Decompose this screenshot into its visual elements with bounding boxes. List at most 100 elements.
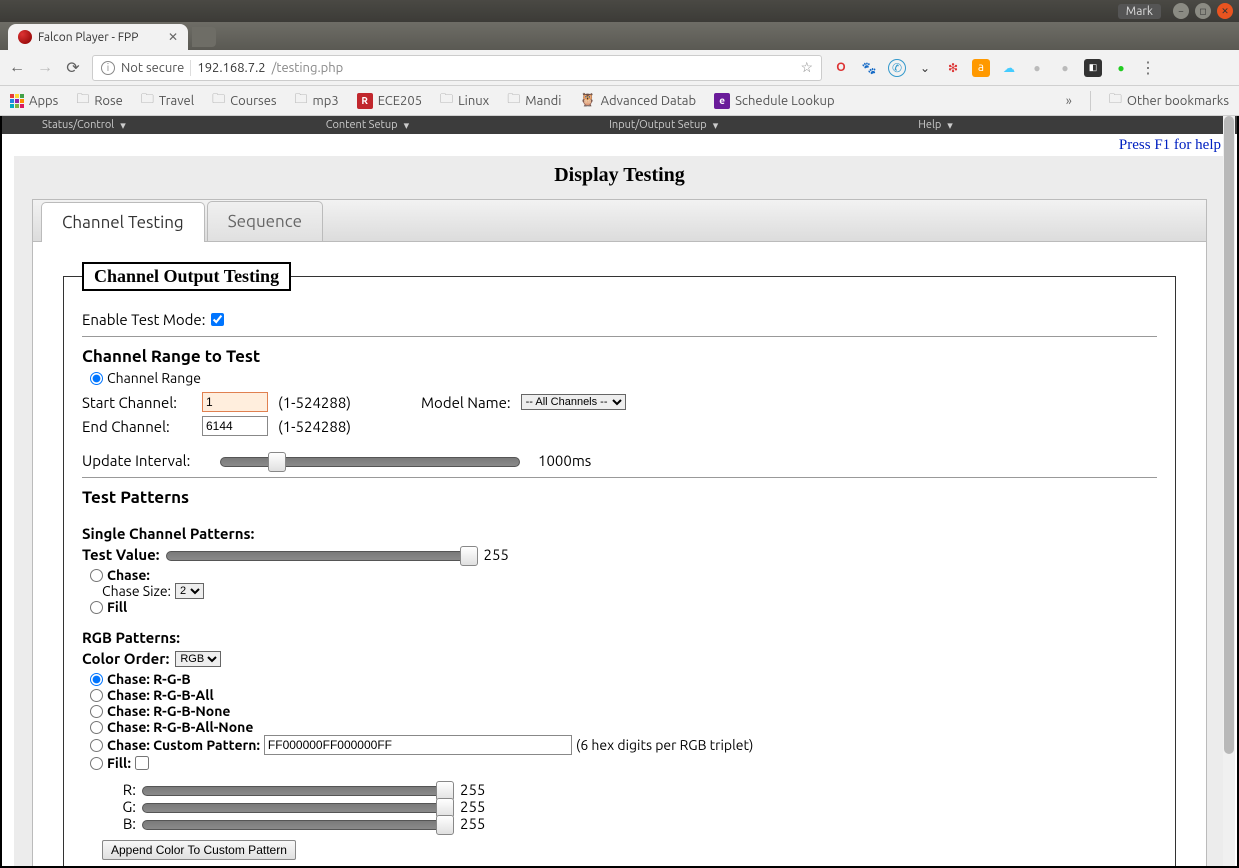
- custom-pattern-input[interactable]: [264, 735, 572, 755]
- bookmark-mp3[interactable]: 🗀mp3: [295, 90, 339, 112]
- end-channel-input[interactable]: [202, 416, 268, 436]
- nav-help[interactable]: Help ▾: [918, 119, 953, 132]
- chase-rgb-none-row: Chase: R-G-B-None: [90, 703, 1157, 719]
- test-value-slider[interactable]: [166, 548, 478, 562]
- update-interval-slider[interactable]: [220, 454, 520, 468]
- panel-legend: Channel Output Testing: [82, 262, 291, 291]
- bookmark-star-icon[interactable]: ☆: [800, 59, 813, 76]
- separator: [190, 60, 191, 76]
- model-name-select[interactable]: -- All Channels --: [521, 394, 626, 410]
- start-channel-row: Start Channel: (1-524288) Model Name: --…: [82, 392, 1157, 412]
- window-close-button[interactable]: ✕: [1217, 3, 1233, 19]
- chase-rgb-all-none-radio[interactable]: [90, 721, 103, 734]
- bookmark-linux[interactable]: 🗀Linux: [440, 90, 489, 112]
- window-minimize-button[interactable]: –: [1173, 3, 1189, 19]
- b-label: B:: [116, 815, 136, 832]
- g-label: G:: [116, 798, 136, 815]
- custom-pattern-hint: (6 hex digits per RGB triplet): [576, 737, 753, 753]
- start-channel-input[interactable]: [202, 392, 268, 412]
- page-title: Display Testing: [14, 156, 1225, 199]
- chase-custom-label: Chase: Custom Pattern:: [107, 737, 260, 753]
- tab-sequence[interactable]: Sequence: [207, 201, 323, 241]
- chase-rgb-label: Chase: R-G-B: [107, 671, 191, 687]
- info-icon[interactable]: i: [101, 61, 115, 75]
- enable-test-checkbox[interactable]: [211, 313, 224, 326]
- vertical-scrollbar[interactable]: [1223, 116, 1235, 866]
- b-value: 255: [460, 815, 485, 832]
- ext-icon-4[interactable]: ⌄: [916, 59, 934, 77]
- nav-content[interactable]: Content Setup ▾: [326, 119, 409, 132]
- ext-icon-10[interactable]: ◧: [1084, 59, 1102, 77]
- r-slider[interactable]: [142, 783, 454, 797]
- ext-icon-8[interactable]: ●: [1028, 59, 1046, 77]
- chase-rgb-radio[interactable]: [90, 673, 103, 686]
- bookmark-sched[interactable]: eSchedule Lookup: [714, 93, 834, 109]
- bookmark-travel[interactable]: 🗀Travel: [141, 90, 194, 112]
- append-color-button[interactable]: Append Color To Custom Pattern: [102, 840, 296, 860]
- start-channel-hint: (1-524288): [278, 394, 351, 411]
- bookmark-advdb[interactable]: 🦉Advanced Datab: [579, 93, 696, 108]
- address-bar[interactable]: i Not secure 192.168.7.2/testing.php ☆: [92, 55, 822, 81]
- window-maximize-button[interactable]: ◻: [1195, 3, 1211, 19]
- back-button[interactable]: ←: [8, 59, 26, 77]
- ext-icon-11[interactable]: ●: [1112, 59, 1130, 77]
- chase-size-select[interactable]: 2: [175, 583, 204, 599]
- chase-custom-radio[interactable]: [90, 739, 103, 752]
- chase-rgb-none-radio[interactable]: [90, 705, 103, 718]
- rgb-patterns-heading: RGB Patterns:: [82, 629, 1157, 646]
- b-slider[interactable]: [142, 817, 454, 831]
- apps-bookmark[interactable]: Apps: [10, 94, 58, 108]
- channel-range-heading: Channel Range to Test: [82, 347, 1157, 366]
- nav-io[interactable]: Input/Output Setup ▾: [609, 119, 718, 132]
- chase-rgb-all-none-row: Chase: R-G-B-All-None: [90, 719, 1157, 735]
- tab-close-icon[interactable]: ✕: [168, 30, 178, 44]
- ext-icon-5[interactable]: ❇: [944, 59, 962, 77]
- ext-icon-1[interactable]: O: [832, 59, 850, 77]
- g-slider[interactable]: [142, 800, 454, 814]
- chrome-menu-icon[interactable]: ⋮: [1140, 58, 1156, 77]
- chase-label: Chase:: [107, 567, 150, 583]
- ext-icon-6[interactable]: a: [972, 59, 990, 77]
- bookmark-mandi[interactable]: 🗀Mandi: [507, 90, 561, 112]
- forward-button[interactable]: →: [36, 59, 54, 77]
- help-link[interactable]: Press F1 for help: [1119, 137, 1221, 153]
- folder-icon: 🗀: [141, 90, 154, 112]
- color-order-row: Color Order: RGB: [82, 650, 1157, 667]
- fill-radio[interactable]: [90, 601, 103, 614]
- update-interval-value: 1000ms: [538, 452, 591, 469]
- enable-test-label: Enable Test Mode:: [82, 311, 205, 328]
- new-tab-button[interactable]: [192, 27, 216, 47]
- bookmark-rose[interactable]: 🗀Rose: [76, 90, 123, 112]
- fill-label: Fill: [107, 599, 127, 615]
- tab-channel-testing[interactable]: Channel Testing: [41, 202, 205, 242]
- page-viewport: Status/Control ▾ Content Setup ▾ Input/O…: [0, 116, 1239, 868]
- user-badge: Mark: [1118, 4, 1161, 19]
- end-channel-label: End Channel:: [82, 418, 192, 435]
- reload-button[interactable]: ⟳: [64, 59, 82, 77]
- chase-radio[interactable]: [90, 569, 103, 582]
- rgb-fill-radio[interactable]: [90, 757, 103, 770]
- color-order-select[interactable]: RGB: [175, 651, 221, 667]
- ext-icon-9[interactable]: ●: [1056, 59, 1074, 77]
- bookmark-courses[interactable]: 🗀Courses: [212, 90, 276, 112]
- page-scroll[interactable]: Status/Control ▾ Content Setup ▾ Input/O…: [2, 116, 1237, 866]
- bookmarks-overflow-icon[interactable]: »: [1066, 94, 1072, 108]
- apps-grid-icon: [10, 94, 24, 108]
- browser-tab[interactable]: Falcon Player - FPP ✕: [8, 24, 188, 50]
- channel-range-radio[interactable]: [90, 372, 103, 385]
- bookmark-ece205[interactable]: RECE205: [357, 93, 422, 109]
- tab-body: Channel Output Testing Enable Test Mode:…: [33, 242, 1206, 866]
- folder-icon: 🗀: [507, 90, 520, 112]
- other-bookmarks[interactable]: 🗀Other bookmarks: [1109, 90, 1229, 112]
- color-order-label: Color Order:: [82, 650, 169, 667]
- single-channel-heading: Single Channel Patterns:: [82, 525, 1157, 542]
- r-value: 255: [460, 781, 485, 798]
- chase-rgb-all-radio[interactable]: [90, 689, 103, 702]
- test-patterns-heading: Test Patterns: [82, 488, 1157, 507]
- nav-status[interactable]: Status/Control ▾: [42, 119, 126, 132]
- ext-icon-2[interactable]: 🐾: [860, 59, 878, 77]
- scrollbar-thumb[interactable]: [1224, 116, 1234, 754]
- rgb-fill-checkbox[interactable]: [135, 756, 149, 770]
- ext-icon-7[interactable]: ☁: [1000, 59, 1018, 77]
- ext-icon-3[interactable]: ✆: [888, 59, 906, 77]
